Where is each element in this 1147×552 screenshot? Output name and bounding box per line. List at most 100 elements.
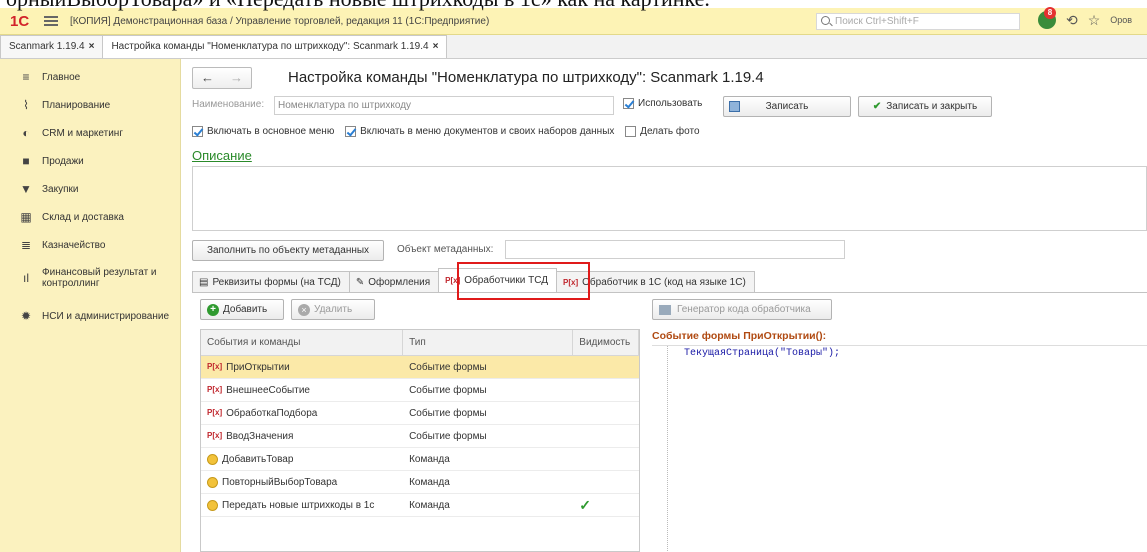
close-icon[interactable]: ×: [89, 41, 95, 52]
sidebar-item-main[interactable]: ≡ Главное: [0, 63, 180, 91]
main-menu-icon[interactable]: [44, 16, 58, 26]
checkbox-unchecked-icon[interactable]: [625, 126, 637, 137]
save-and-close-button[interactable]: ✔ Записать и закрыть: [858, 96, 992, 117]
photo-checkbox[interactable]: Делать фото: [625, 126, 700, 138]
tab-tsd-handlers[interactable]: P[x] Обработчики ТСД: [438, 268, 557, 293]
command-icon: [207, 453, 218, 465]
global-search-input[interactable]: Поиск Ctrl+Shift+F: [816, 13, 1020, 30]
sidebar-item-sales[interactable]: ■ Продажи: [0, 147, 180, 175]
cell-visibility[interactable]: [573, 425, 639, 447]
cell-visibility[interactable]: [573, 471, 639, 493]
cell-visibility[interactable]: [573, 379, 639, 401]
checkbox-checked-icon[interactable]: [345, 126, 357, 137]
sidebar-item-purchases[interactable]: ▼ Закупки: [0, 175, 180, 203]
back-arrow-icon[interactable]: ←: [193, 68, 222, 88]
tab-1c-handler[interactable]: P[x] Обработчик в 1С (код на языке 1С): [556, 271, 755, 293]
table-icon: ▤: [199, 276, 209, 288]
code-editor[interactable]: ТекущаяСтраница("Товары");: [652, 345, 1147, 552]
user-name[interactable]: Оров: [1110, 15, 1132, 25]
add-button[interactable]: + Добавить: [200, 299, 284, 320]
menu-icon: ≡: [22, 70, 30, 84]
cell-name: ДобавитьТовар: [201, 448, 403, 470]
close-icon[interactable]: ×: [433, 41, 439, 52]
table-row[interactable]: P[x] ПриОткрытии Событие формы: [201, 356, 639, 379]
cell-visibility[interactable]: [573, 448, 639, 470]
sidebar-item-warehouse[interactable]: ▦ Склад и доставка: [0, 203, 180, 231]
checkbox-label: Делать фото: [640, 126, 700, 138]
checkbox-checked-icon[interactable]: [192, 126, 203, 137]
table-row[interactable]: P[x] ВнешнееСобытие Событие формы: [201, 379, 639, 402]
doc-tab-scanmark[interactable]: Scanmark 1.19.4 ×: [0, 35, 104, 58]
sidebar-item-label: Главное: [42, 71, 81, 83]
tab-form-attributes[interactable]: ▤ Реквизиты формы (на ТСД): [192, 271, 350, 293]
tabs-divider: [192, 292, 1147, 293]
checkmark-icon: ✔: [872, 101, 882, 112]
doc-menu-checkbox[interactable]: Включать в меню документов и своих набор…: [345, 126, 614, 137]
cell-visibility[interactable]: [573, 402, 639, 424]
event-name: Передать новые штрихкоды в 1с: [222, 499, 375, 511]
sidebar-item-label: Продажи: [42, 155, 84, 167]
column-header[interactable]: События и команды: [201, 330, 404, 355]
doc-tab-command-settings[interactable]: Настройка команды "Номенклатура по штрих…: [102, 35, 448, 58]
checkbox-checked-icon[interactable]: [623, 98, 634, 109]
save-button[interactable]: Записать: [723, 96, 851, 117]
table-row[interactable]: ПовторныйВыборТовара Команда: [201, 471, 639, 494]
gear-icon: ✹: [20, 309, 32, 323]
sidebar-item-finance[interactable]: ıl Финансовый результат и контроллинг: [0, 259, 180, 297]
navigation-buttons: ← →: [192, 67, 252, 89]
name-input[interactable]: Номенклатура по штрихкоду: [274, 96, 614, 115]
column-header[interactable]: Тип: [403, 330, 574, 355]
delete-icon: ×: [298, 304, 310, 316]
notifications-icon[interactable]: 8: [1038, 7, 1056, 29]
sidebar-item-planning[interactable]: ⌇ Планирование: [0, 91, 180, 119]
code-gutter: [652, 346, 668, 552]
metadata-object-input[interactable]: [505, 240, 845, 259]
sidebar-item-label: Казначейство: [42, 239, 106, 251]
doc-tab-label: Scanmark 1.19.4: [9, 41, 85, 52]
history-icon[interactable]: ⟲: [1066, 12, 1078, 29]
description-textarea[interactable]: [192, 166, 1147, 231]
column-header[interactable]: Видимость: [573, 330, 639, 355]
save-button-label: Записать: [765, 101, 809, 112]
command-icon: [207, 499, 218, 511]
sidebar-item-label: Закупки: [42, 183, 79, 195]
generator-icon: [659, 305, 671, 315]
search-icon: [821, 16, 830, 25]
title-bar-icons: 8 ⟲ ☆ Оров: [1038, 7, 1132, 29]
table-row[interactable]: P[x] ОбработкаПодбора Событие формы: [201, 402, 639, 425]
table-row[interactable]: Передать новые штрихкоды в 1с Команда ✓: [201, 494, 639, 517]
forward-arrow-icon[interactable]: →: [222, 68, 251, 88]
fill-from-metadata-button[interactable]: Заполнить по объекту метаданных: [192, 240, 384, 261]
cell-type: Команда: [409, 499, 450, 511]
save-and-close-label: Записать и закрыть: [886, 101, 978, 112]
plus-icon: +: [207, 304, 219, 316]
event-name: ВводЗначения: [226, 430, 294, 442]
description-link[interactable]: Описание: [192, 148, 252, 163]
main-menu-checkbox[interactable]: Включать в основное меню: [192, 126, 334, 137]
visibility-check-icon[interactable]: ✓: [579, 494, 639, 516]
treasury-icon: ≣: [20, 238, 32, 252]
table-row[interactable]: P[x] ВводЗначения Событие формы: [201, 425, 639, 448]
sidebar-item-crm[interactable]: ◐ CRM и маркетинг: [0, 119, 180, 147]
sidebar-item-label: НСИ и администрирование: [42, 310, 170, 322]
floppy-disk-icon: [729, 101, 740, 112]
sidebar-item-treasury[interactable]: ≣ Казначейство: [0, 231, 180, 259]
command-icon: [207, 476, 218, 488]
cell-visibility[interactable]: ✓: [573, 494, 639, 516]
table-row[interactable]: ДобавитьТовар Команда: [201, 448, 639, 471]
tab-label: Реквизиты формы (на ТСД): [212, 276, 341, 288]
delete-button[interactable]: × Удалить: [291, 299, 375, 320]
brush-icon: ✎: [355, 276, 365, 288]
cell-visibility[interactable]: [573, 356, 639, 378]
event-name: ДобавитьТовар: [222, 453, 294, 465]
title-bar: 1С [КОПИЯ] Демонстрационная база / Управ…: [0, 7, 1147, 35]
tab-styling[interactable]: ✎ Оформления: [348, 271, 440, 293]
tab-label: Оформления: [368, 276, 431, 288]
bag-icon: ■: [22, 154, 30, 168]
checkbox-label: Включать в меню документов и своих набор…: [360, 126, 615, 138]
use-checkbox[interactable]: Использовать: [623, 98, 702, 109]
sidebar-item-admin[interactable]: ✹ НСИ и администрирование: [0, 297, 180, 335]
code-generator-button[interactable]: Генератор кода обработчика: [652, 299, 832, 320]
event-name: ОбработкаПодбора: [226, 407, 318, 419]
favorites-star-icon[interactable]: ☆: [1088, 12, 1101, 29]
